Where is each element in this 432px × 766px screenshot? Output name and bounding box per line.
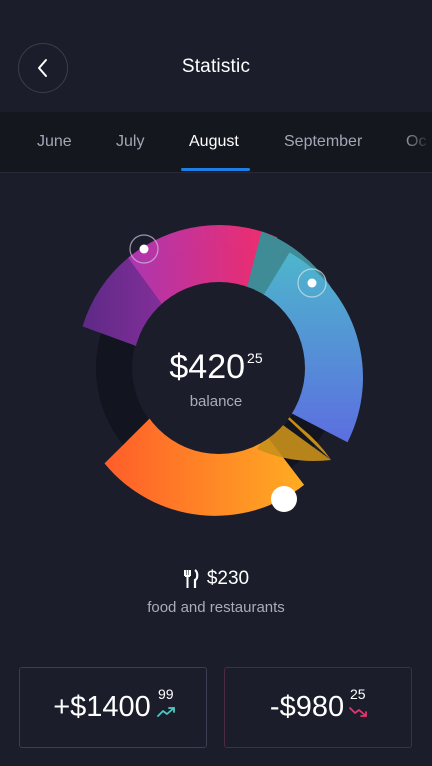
category-amount: $230 [206,568,250,589]
trend-down-icon [349,707,367,717]
fork-knife-icon [183,569,199,588]
tab-august[interactable]: August [189,133,239,151]
category-label: food and restaurants [147,599,285,616]
selected-category: $230 [0,568,432,590]
income-card[interactable]: +$1400 99 [19,667,207,748]
balance-amount: $420 25 [169,348,263,386]
tab-scroll-fade [402,112,432,172]
tab-july[interactable]: July [116,133,144,151]
page-title: Statistic [181,56,251,77]
income-amount: +$1400 [53,691,151,723]
trend-up-icon [157,707,175,717]
handle-dot-purple [139,244,149,254]
expense-amount: -$980 [269,691,345,723]
month-tabs: June July August September Oc [0,112,432,172]
tab-september[interactable]: September [284,133,362,151]
balance-cents: 25 [247,350,263,366]
selected-handle [271,486,297,512]
expense-card[interactable]: -$980 25 [224,667,412,748]
tab-june[interactable]: June [37,133,72,151]
expense-cents: 25 [350,686,366,702]
app-header: Statistic [0,0,432,112]
balance-label: balance [189,393,243,410]
income-cents: 99 [158,686,174,702]
active-tab-indicator [181,168,250,171]
handle-dot-teal [307,278,317,288]
